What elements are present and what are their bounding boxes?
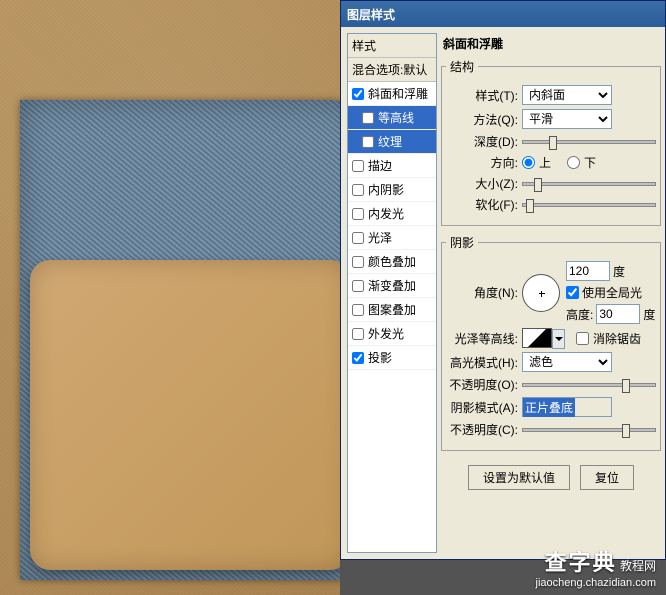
gloss-contour-label: 光泽等高线: bbox=[446, 330, 518, 347]
shadow-mode-value: 正片叠底 bbox=[523, 398, 575, 417]
reset-button[interactable]: 复位 bbox=[580, 465, 634, 490]
size-slider[interactable] bbox=[522, 182, 656, 186]
style-item-label: 斜面和浮雕 bbox=[368, 85, 428, 102]
technique-label: 方法(Q): bbox=[446, 111, 518, 128]
angle-label: 角度(N): bbox=[446, 284, 518, 301]
style-item-label: 颜色叠加 bbox=[368, 253, 416, 270]
style-item-label: 内发光 bbox=[368, 205, 404, 222]
direction-up-label: 上 bbox=[539, 154, 551, 171]
shading-fieldset: 阴影 角度(N): 度 bbox=[441, 234, 661, 451]
style-list-header[interactable]: 样式 bbox=[348, 34, 436, 58]
panel-title: 斜面和浮雕 bbox=[443, 35, 661, 52]
style-list-item[interactable]: 渐变叠加 bbox=[348, 274, 436, 298]
technique-select[interactable]: 平滑 bbox=[522, 109, 612, 129]
style-item-checkbox[interactable] bbox=[352, 160, 364, 172]
highlight-mode-select[interactable]: 滤色 bbox=[522, 352, 612, 372]
style-list-item[interactable]: 图案叠加 bbox=[348, 298, 436, 322]
angle-dial[interactable] bbox=[522, 274, 560, 312]
style-item-checkbox[interactable] bbox=[352, 280, 364, 292]
settings-panel: 斜面和浮雕 结构 样式(T): 内斜面 方法(Q): 平滑 深度(D): bbox=[437, 27, 665, 559]
shadow-mode-label: 阴影模式(A): bbox=[446, 399, 518, 416]
shadow-mode-select[interactable]: 正片叠底 bbox=[522, 397, 612, 417]
direction-label: 方向: bbox=[446, 154, 518, 171]
watermark: 查字典 教程网 jiaocheng.chazidian.com bbox=[536, 545, 656, 589]
chevron-down-icon[interactable] bbox=[552, 329, 565, 349]
anti-alias-label: 消除锯齿 bbox=[593, 330, 641, 347]
angle-input[interactable] bbox=[566, 261, 610, 281]
style-item-label: 等高线 bbox=[378, 109, 414, 126]
style-item-label: 纹理 bbox=[378, 133, 402, 150]
style-item-label: 描边 bbox=[368, 157, 392, 174]
blend-options-row[interactable]: 混合选项:默认 bbox=[348, 58, 436, 82]
style-select[interactable]: 内斜面 bbox=[522, 85, 612, 105]
global-light-label: 使用全局光 bbox=[582, 284, 642, 301]
style-list-item[interactable]: 内阴影 bbox=[348, 178, 436, 202]
angle-degree: 度 bbox=[613, 263, 625, 280]
style-item-checkbox[interactable] bbox=[352, 208, 364, 220]
soften-slider[interactable] bbox=[522, 203, 656, 207]
style-list-item[interactable]: 描边 bbox=[348, 154, 436, 178]
style-item-checkbox[interactable] bbox=[352, 232, 364, 244]
style-item-label: 渐变叠加 bbox=[368, 277, 416, 294]
style-list: 样式 混合选项:默认 斜面和浮雕等高线纹理描边内阴影内发光光泽颜色叠加渐变叠加图… bbox=[347, 33, 437, 553]
shading-legend: 阴影 bbox=[446, 234, 478, 251]
structure-fieldset: 结构 样式(T): 内斜面 方法(Q): 平滑 深度(D): bbox=[441, 58, 661, 226]
global-light-checkbox[interactable] bbox=[566, 286, 579, 299]
style-item-checkbox[interactable] bbox=[352, 352, 364, 364]
style-list-item[interactable]: 投影 bbox=[348, 346, 436, 370]
depth-slider[interactable] bbox=[522, 140, 656, 144]
dialog-title: 图层样式 bbox=[347, 6, 395, 23]
highlight-opacity-slider[interactable] bbox=[522, 383, 656, 387]
style-item-checkbox[interactable] bbox=[352, 184, 364, 196]
style-list-item[interactable]: 外发光 bbox=[348, 322, 436, 346]
highlight-opacity-label: 不透明度(O): bbox=[446, 376, 518, 393]
soften-label: 软化(F): bbox=[446, 196, 518, 213]
style-item-label: 内阴影 bbox=[368, 181, 404, 198]
watermark-url: jiaocheng.chazidian.com bbox=[536, 577, 656, 589]
style-item-label: 图案叠加 bbox=[368, 301, 416, 318]
watermark-suffix: 教程网 bbox=[620, 559, 656, 573]
depth-label: 深度(D): bbox=[446, 133, 518, 150]
style-list-item[interactable]: 颜色叠加 bbox=[348, 250, 436, 274]
style-list-item[interactable]: 内发光 bbox=[348, 202, 436, 226]
highlight-mode-label: 高光模式(H): bbox=[446, 354, 518, 371]
leather-patch bbox=[30, 260, 350, 570]
style-item-label: 投影 bbox=[368, 349, 392, 366]
style-item-checkbox[interactable] bbox=[362, 112, 374, 124]
style-label: 样式(T): bbox=[446, 87, 518, 104]
style-list-item[interactable]: 等高线 bbox=[348, 106, 436, 130]
altitude-label: 高度: bbox=[566, 306, 593, 323]
gloss-contour-swatch[interactable] bbox=[522, 328, 552, 348]
shadow-opacity-slider[interactable] bbox=[522, 428, 656, 432]
style-item-label: 外发光 bbox=[368, 325, 404, 342]
direction-up-radio[interactable] bbox=[522, 156, 535, 169]
make-default-button[interactable]: 设置为默认值 bbox=[468, 465, 570, 490]
size-label: 大小(Z): bbox=[446, 175, 518, 192]
altitude-degree: 度 bbox=[643, 306, 655, 323]
watermark-title: 查字典 bbox=[545, 550, 617, 575]
structure-legend: 结构 bbox=[446, 58, 478, 75]
style-list-item[interactable]: 斜面和浮雕 bbox=[348, 82, 436, 106]
style-list-item[interactable]: 纹理 bbox=[348, 130, 436, 154]
anti-alias-checkbox[interactable] bbox=[576, 332, 589, 345]
style-list-item[interactable]: 光泽 bbox=[348, 226, 436, 250]
altitude-input[interactable] bbox=[596, 304, 640, 324]
direction-down-radio[interactable] bbox=[567, 156, 580, 169]
shadow-opacity-label: 不透明度(C): bbox=[446, 421, 518, 438]
style-item-checkbox[interactable] bbox=[352, 256, 364, 268]
style-item-checkbox[interactable] bbox=[362, 136, 374, 148]
dialog-titlebar[interactable]: 图层样式 bbox=[341, 1, 665, 27]
style-item-checkbox[interactable] bbox=[352, 304, 364, 316]
style-item-checkbox[interactable] bbox=[352, 328, 364, 340]
layer-style-dialog: 图层样式 样式 混合选项:默认 斜面和浮雕等高线纹理描边内阴影内发光光泽颜色叠加… bbox=[340, 0, 666, 560]
style-item-label: 光泽 bbox=[368, 229, 392, 246]
direction-down-label: 下 bbox=[584, 154, 596, 171]
style-item-checkbox[interactable] bbox=[352, 88, 364, 100]
